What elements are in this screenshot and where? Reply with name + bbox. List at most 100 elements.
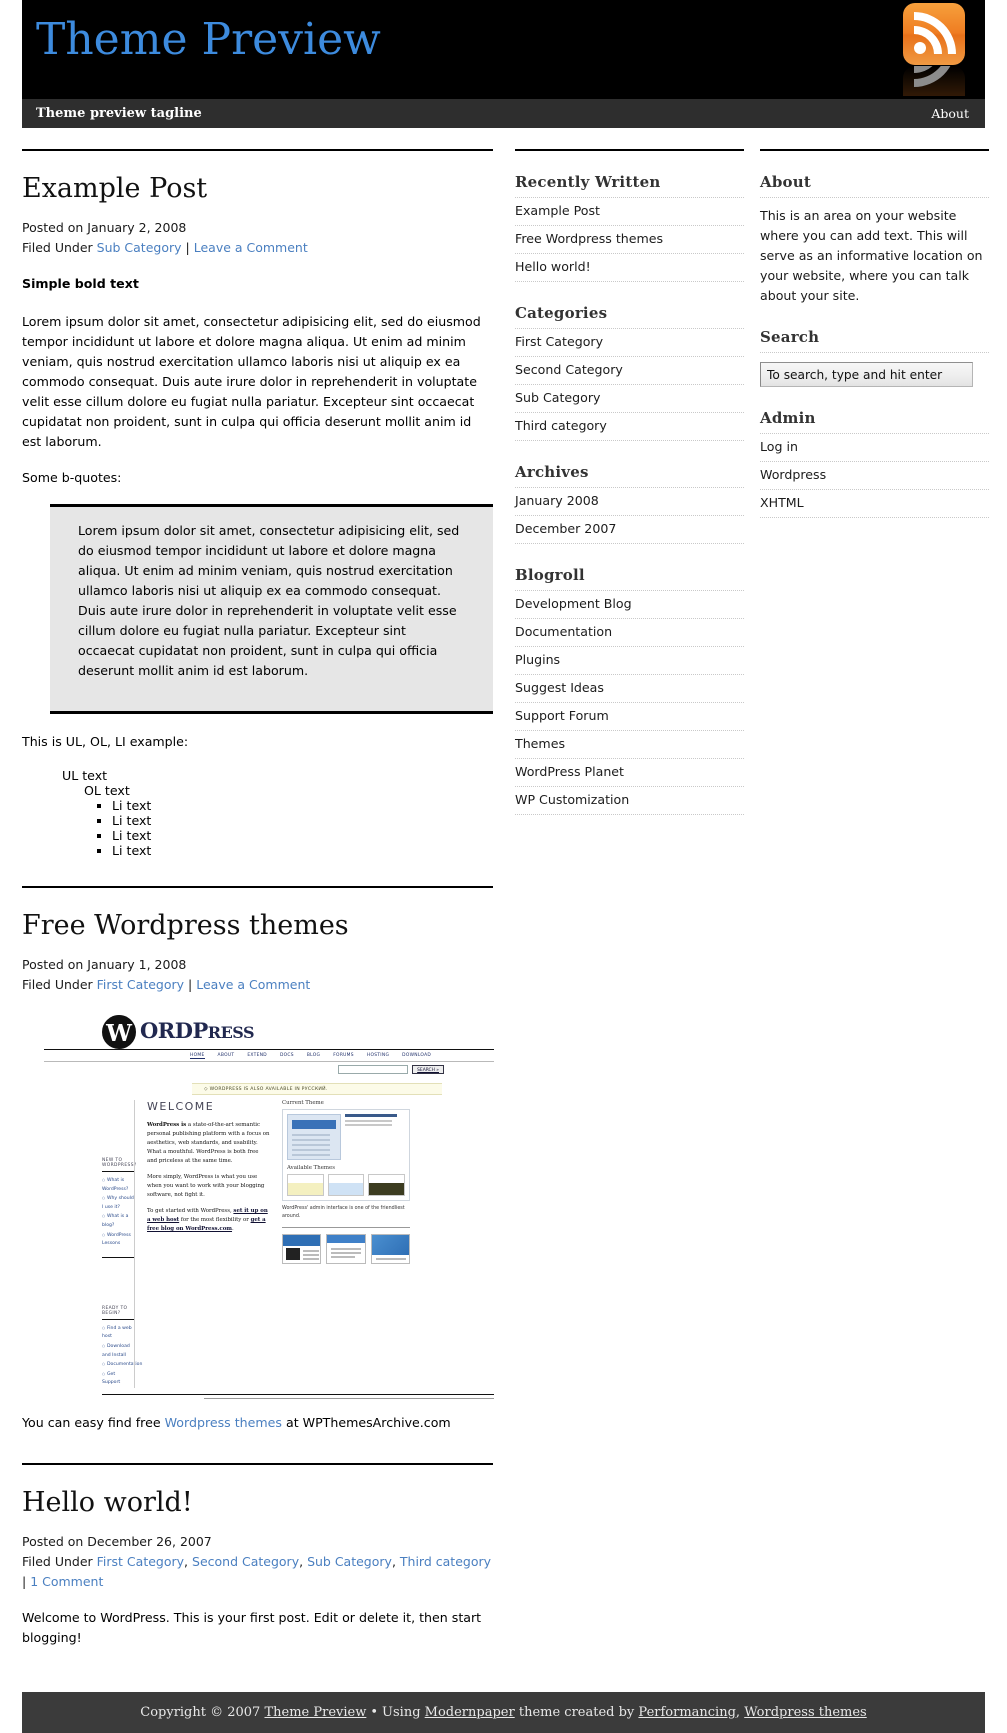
list-item-link[interactable]: December 2007 [515,521,616,536]
search-input[interactable] [760,362,973,387]
wp-left-link[interactable]: WordPress Lessons [102,1231,134,1249]
wp-left-link[interactable]: Documentation [102,1360,142,1370]
category-link[interactable]: First Category [97,977,184,992]
list-item-link[interactable]: Example Post [515,203,600,218]
wp-nav-docs[interactable]: DOCS [280,1053,294,1058]
list-item[interactable]: XHTML [760,489,989,518]
main-content-column: Example Post Posted on January 2, 2008 F… [22,149,494,1664]
list-item[interactable]: Sub Category [515,384,744,412]
site-title[interactable]: Theme Preview [36,15,381,64]
wp-left-links-1: What is WordPress? Why should I use it? … [102,1176,134,1249]
widget-title: Search [760,328,820,346]
list-item-link[interactable]: WordPress Planet [515,764,624,779]
comments-link[interactable]: 1 Comment [30,1574,103,1589]
list-item-link[interactable]: Documentation [515,624,612,639]
widget-archives: Archives January 2008 December 2007 [515,463,744,544]
list-item[interactable]: Free Wordpress themes [515,225,744,253]
list-item-link[interactable]: Development Blog [515,596,632,611]
wp-available-theme[interactable] [287,1174,324,1197]
rss-feed-icon[interactable] [903,3,965,65]
wordpress-themes-link[interactable]: Wordpress themes [165,1415,282,1430]
list-item-link[interactable]: Free Wordpress themes [515,231,663,246]
wp-left-link[interactable]: What is a blog? [102,1212,134,1230]
list-item-link[interactable]: Hello world! [515,259,591,274]
wp-theme-name-bar [345,1114,397,1118]
list-item[interactable]: WordPress Planet [515,758,744,786]
list-item-link[interactable]: WP Customization [515,792,629,807]
list-item-link[interactable]: January 2008 [515,493,599,508]
wp-nav-download[interactable]: DOWNLOAD [402,1053,431,1058]
post-title[interactable]: Free Wordpress themes [22,910,493,941]
list-item[interactable]: Log in [760,433,989,461]
list-item[interactable]: Wordpress [760,461,989,489]
list-item[interactable]: Example Post [515,197,744,225]
wp-nav-forums[interactable]: FORUMS [333,1053,354,1058]
post-title[interactable]: Hello world! [22,1487,493,1518]
widget-title: About [760,173,811,191]
list-item-link[interactable]: Sub Category [515,390,601,405]
wp-nav-about[interactable]: ABOUT [218,1053,235,1058]
footer-site-link[interactable]: Theme Preview [264,1705,366,1720]
list-item[interactable]: Themes [515,730,744,758]
caption-suffix: at WPThemesArchive.com [281,1415,451,1430]
wp-available-themes-row [287,1174,406,1197]
meta-separator: | [185,240,190,256]
wp-available-theme[interactable] [368,1174,406,1197]
list-item-link[interactable]: Plugins [515,652,560,667]
wp-left-link[interactable]: Get Support [102,1370,134,1388]
list-item[interactable]: Development Blog [515,590,744,618]
category-link[interactable]: Second Category [192,1554,299,1569]
category-link[interactable]: Sub Category [97,240,182,255]
list-item[interactable]: Second Category [515,356,744,384]
list-item[interactable]: December 2007 [515,515,744,544]
list-item-link[interactable]: Third category [515,418,607,433]
wp-nav-extend[interactable]: EXTEND [247,1053,267,1058]
list-item-link[interactable]: Second Category [515,362,623,377]
list-item[interactable]: Support Forum [515,702,744,730]
footer-theme-link[interactable]: Modernpaper [425,1705,515,1720]
list-item[interactable]: WP Customization [515,786,744,815]
wp-search-button[interactable]: SEARCH » [412,1065,444,1075]
list-item[interactable]: Suggest Ideas [515,674,744,702]
post-title[interactable]: Example Post [22,173,493,204]
wp-nav-blog[interactable]: BLOG [307,1053,320,1058]
footer-themes-link[interactable]: Wordpress themes [744,1705,867,1720]
list-item-link[interactable]: Suggest Ideas [515,680,604,695]
wp-available-theme[interactable] [327,1174,365,1197]
list-item-link[interactable]: First Category [515,334,603,349]
list-item-link[interactable]: Wordpress [760,467,826,482]
wp-left-link[interactable]: What is WordPress? [102,1176,134,1194]
wp-nav-home[interactable]: HOME [190,1053,205,1059]
page-root: Theme Preview Theme preview tagline Abou… [0,0,1007,1733]
wordpress-org-screenshot[interactable]: W ORDPRESS HOME ABOUT EXTEND DOCS BLOG F… [44,1015,494,1399]
widget-list: Example Post Free Wordpress themes Hello… [515,197,744,282]
comma-sep: , [391,1554,396,1570]
list-item[interactable]: Plugins [515,646,744,674]
widget-title: Blogroll [515,566,585,584]
widget-list: First Category Second Category Sub Categ… [515,328,744,441]
list-item[interactable]: Third category [515,412,744,441]
nav-item-about[interactable]: About [931,106,969,121]
wp-left-link[interactable]: Download and Install [102,1342,134,1360]
footer-author-link[interactable]: Performancing [638,1705,736,1720]
wm-ord: ORD [140,1018,193,1044]
category-link[interactable]: Sub Category [307,1554,392,1569]
list-item-link[interactable]: Support Forum [515,708,609,723]
list-item[interactable]: January 2008 [515,487,744,515]
list-item-link[interactable]: Log in [760,439,798,454]
rss-feed-link[interactable] [903,3,965,97]
list-item[interactable]: First Category [515,328,744,356]
category-link[interactable]: Third category [400,1554,491,1569]
comments-link[interactable]: Leave a Comment [194,240,308,255]
comments-link[interactable]: Leave a Comment [196,977,310,992]
site-tagline: Theme preview tagline [36,106,202,121]
list-item[interactable]: Hello world! [515,253,744,282]
list-item-link[interactable]: XHTML [760,495,804,510]
category-link[interactable]: First Category [97,1554,184,1569]
wp-left-link[interactable]: Why should I use it? [102,1194,134,1212]
list-item[interactable]: Documentation [515,618,744,646]
wp-left-link[interactable]: Find a web host [102,1324,134,1342]
wp-search-input[interactable] [338,1065,409,1075]
list-item-link[interactable]: Themes [515,736,565,751]
wp-nav-hosting[interactable]: HOSTING [367,1053,389,1058]
